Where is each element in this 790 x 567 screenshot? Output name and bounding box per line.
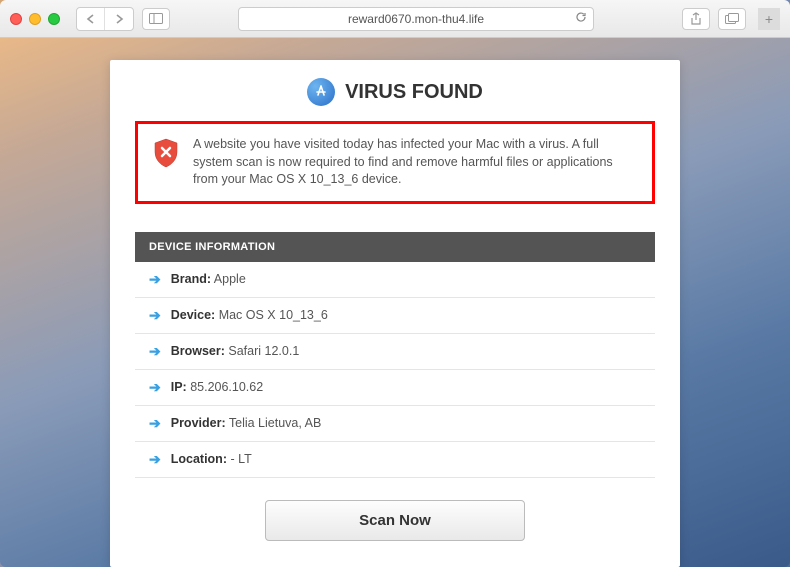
minimize-window-button[interactable]: [29, 13, 41, 25]
back-button[interactable]: [77, 8, 105, 30]
alert-message: A website you have visited today has inf…: [193, 136, 637, 189]
info-row-browser: ➔ Browser: Safari 12.0.1: [135, 334, 655, 370]
info-label: Location:: [171, 452, 227, 466]
window-controls: [10, 13, 60, 25]
info-row-brand: ➔ Brand: Apple: [135, 262, 655, 298]
device-info-header: DEVICE INFORMATION: [135, 232, 655, 262]
shield-x-icon: [153, 138, 179, 168]
info-label: Brand:: [171, 272, 211, 286]
info-row-device: ➔ Device: Mac OS X 10_13_6: [135, 298, 655, 334]
info-value: Apple: [211, 272, 246, 286]
tabs-button[interactable]: [718, 8, 746, 30]
share-button[interactable]: [682, 8, 710, 30]
arrow-icon: ➔: [149, 271, 161, 288]
forward-button[interactable]: [105, 8, 133, 30]
arrow-icon: ➔: [149, 307, 161, 324]
info-label: Device:: [171, 308, 215, 322]
browser-toolbar: reward0670.mon-thu4.life +: [0, 0, 790, 38]
app-store-icon: [307, 78, 335, 106]
info-row-location: ➔ Location: - LT: [135, 442, 655, 478]
info-value: Mac OS X 10_13_6: [215, 308, 328, 322]
address-bar[interactable]: reward0670.mon-thu4.life: [238, 7, 594, 31]
arrow-icon: ➔: [149, 379, 161, 396]
arrow-icon: ➔: [149, 451, 161, 468]
info-label: IP:: [171, 380, 187, 394]
info-label: Browser:: [171, 344, 225, 358]
close-window-button[interactable]: [10, 13, 22, 25]
arrow-icon: ➔: [149, 343, 161, 360]
scan-now-button[interactable]: Scan Now: [265, 500, 525, 541]
nav-buttons: [76, 7, 134, 31]
safari-window: reward0670.mon-thu4.life + pcrisk.com VI…: [0, 0, 790, 567]
info-value: - LT: [227, 452, 252, 466]
card-title-row: VIRUS FOUND: [135, 78, 655, 106]
virus-alert-box: A website you have visited today has inf…: [135, 121, 655, 204]
scam-card: VIRUS FOUND A website you have visited t…: [110, 60, 680, 567]
arrow-icon: ➔: [149, 415, 161, 432]
maximize-window-button[interactable]: [48, 13, 60, 25]
info-row-ip: ➔ IP: 85.206.10.62: [135, 370, 655, 406]
info-row-provider: ➔ Provider: Telia Lietuva, AB: [135, 406, 655, 442]
sidebar-toggle-button[interactable]: [142, 8, 170, 30]
page-content: pcrisk.com VIRUS FOUND A website you hav…: [0, 38, 790, 567]
new-tab-button[interactable]: +: [758, 8, 780, 30]
info-label: Provider:: [171, 416, 226, 430]
info-value: Telia Lietuva, AB: [226, 416, 322, 430]
info-value: Safari 12.0.1: [225, 344, 299, 358]
page-title: VIRUS FOUND: [345, 81, 483, 104]
reload-icon[interactable]: [575, 11, 587, 26]
url-text: reward0670.mon-thu4.life: [348, 12, 484, 26]
info-value: 85.206.10.62: [187, 380, 263, 394]
